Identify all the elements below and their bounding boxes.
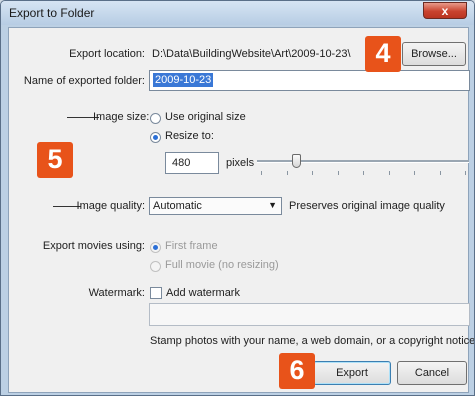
resize-pixels-value: 480 xyxy=(172,157,191,169)
slider-tick xyxy=(312,171,313,175)
browse-button[interactable]: Browse... xyxy=(402,42,466,66)
resize-pixels-input[interactable]: 480 xyxy=(165,152,219,174)
full-movie-label: Full movie (no resizing) xyxy=(165,259,279,271)
resize-to-label: Resize to: xyxy=(165,130,214,142)
slider-tick xyxy=(287,171,288,175)
slider-tick xyxy=(414,171,415,175)
export-location-label: Export location: xyxy=(69,48,145,60)
slider-tick xyxy=(389,171,390,175)
add-watermark-label: Add watermark xyxy=(166,287,240,299)
title-bar: Export to Folder x xyxy=(1,1,474,25)
first-frame-label: First frame xyxy=(165,240,218,252)
close-button[interactable]: x xyxy=(423,2,467,19)
resize-to-radio[interactable] xyxy=(150,132,161,143)
cancel-button[interactable]: Cancel xyxy=(397,361,467,385)
use-original-size-radio[interactable] xyxy=(150,113,161,124)
watermark-hint: Stamp photos with your name, a web domai… xyxy=(150,335,475,347)
export-location-value: D:\Data\BuildingWebsite\Art\2009-10-23\ xyxy=(152,48,351,60)
dialog-body: Export location: D:\Data\BuildingWebsite… xyxy=(8,27,474,393)
window-title: Export to Folder xyxy=(9,6,95,20)
callout-badge-5: 5 xyxy=(37,142,73,178)
export-movies-label: Export movies using: xyxy=(42,240,145,252)
callout-badge-4: 4 xyxy=(365,36,401,72)
callout-badge-6: 6 xyxy=(279,353,315,389)
slider-thumb[interactable] xyxy=(292,154,301,168)
image-quality-label: Image quality: xyxy=(76,200,145,212)
folder-name-selected-text: 2009-10-23 xyxy=(153,73,214,87)
add-watermark-checkbox[interactable] xyxy=(150,287,162,299)
image-quality-select[interactable]: Automatic ▼ xyxy=(149,197,282,215)
watermark-label: Watermark: xyxy=(88,287,145,299)
first-frame-radio[interactable] xyxy=(150,242,161,253)
use-original-size-label: Use original size xyxy=(165,111,246,123)
watermark-text-input[interactable] xyxy=(149,303,470,326)
export-button[interactable]: Export xyxy=(313,361,391,385)
folder-name-input[interactable]: 2009-10-23 xyxy=(149,70,470,91)
slider-tick xyxy=(465,171,466,175)
image-quality-note: Preserves original image quality xyxy=(289,200,445,212)
slider-tick xyxy=(363,171,364,175)
folder-name-label: Name of exported folder: xyxy=(23,75,145,87)
slider-tick xyxy=(261,171,262,175)
slider-track xyxy=(257,160,469,163)
chevron-down-icon: ▼ xyxy=(268,200,277,210)
slider-tick xyxy=(338,171,339,175)
image-quality-value: Automatic xyxy=(153,200,202,212)
slider-tick xyxy=(440,171,441,175)
export-dialog: Export to Folder x Export location: D:\D… xyxy=(0,0,475,396)
size-slider[interactable] xyxy=(257,154,469,180)
pixels-unit-label: pixels xyxy=(226,157,255,169)
image-size-label: Image size: xyxy=(93,111,150,123)
full-movie-radio[interactable] xyxy=(150,261,161,272)
